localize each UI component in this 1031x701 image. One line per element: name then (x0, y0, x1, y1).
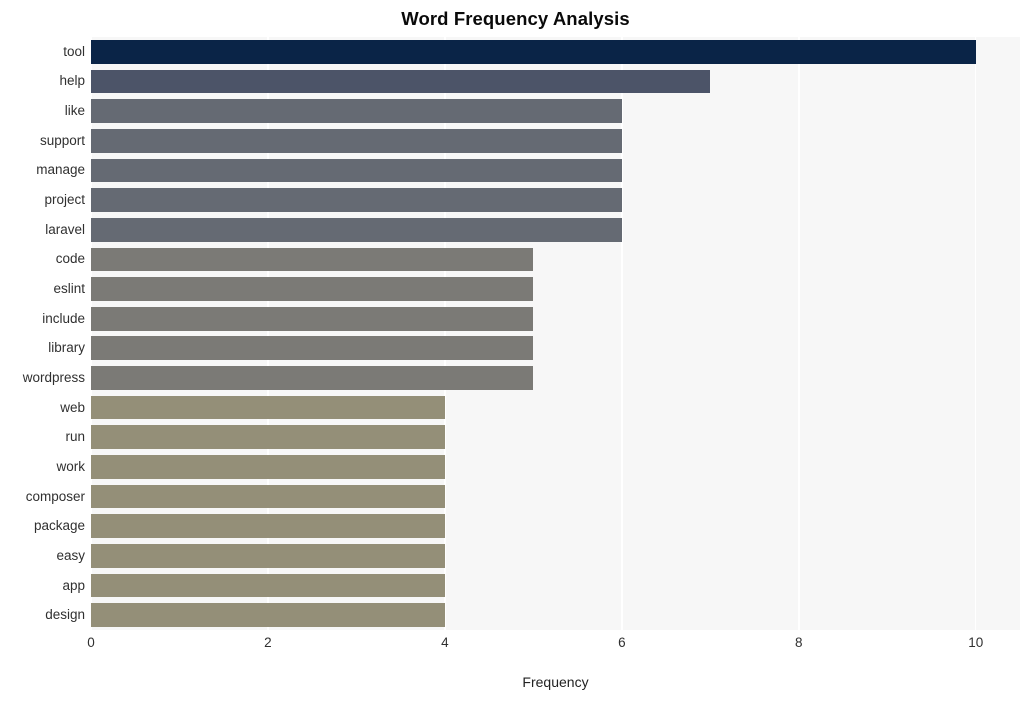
x-tick-label-0: 0 (87, 635, 95, 650)
y-tick-label-code: code (55, 251, 85, 267)
x-tick-label-4: 4 (441, 635, 449, 650)
y-tick-label-web: web (60, 399, 85, 415)
bar-row (91, 188, 1020, 212)
bar-row (91, 69, 1020, 94)
x-tick-label-2: 2 (264, 635, 272, 650)
bar-laravel[interactable] (91, 217, 622, 242)
x-tick-label-8: 8 (795, 635, 803, 650)
y-tick-label-library: library (48, 340, 85, 356)
bar-row (91, 425, 1020, 450)
bar-run[interactable] (91, 425, 445, 450)
bar-project[interactable] (91, 188, 622, 212)
bar-row (91, 455, 1020, 479)
chart-title: Word Frequency Analysis (401, 8, 630, 29)
bar-row (91, 128, 1020, 153)
bar-row (91, 366, 1020, 390)
y-tick-label-package: package (33, 518, 85, 534)
bar-row (91, 514, 1020, 539)
bar-row (91, 544, 1020, 568)
bar-include[interactable] (91, 306, 534, 331)
plot-area (91, 37, 1020, 630)
bar-help[interactable] (91, 69, 711, 94)
x-tick-label-6: 6 (618, 635, 626, 650)
bar-wordpress[interactable] (91, 366, 534, 390)
bar-row (91, 484, 1020, 509)
word-frequency-chart: Word Frequency Analysis tool help like supp… (0, 0, 1031, 701)
y-tick-label-design: design (45, 607, 85, 623)
bar-support[interactable] (91, 128, 622, 153)
y-tick-label-composer: composer (25, 488, 85, 504)
y-tick-label-include: include (42, 310, 85, 326)
y-tick-label-easy: easy (56, 547, 85, 563)
bar-like[interactable] (91, 99, 622, 123)
y-tick-label-help: help (59, 73, 85, 89)
y-tick-label-manage: manage (36, 162, 85, 178)
bar-row (91, 158, 1020, 183)
bar-code[interactable] (91, 247, 534, 272)
bar-row (91, 217, 1020, 242)
bar-work[interactable] (91, 455, 445, 479)
bar-row (91, 39, 1020, 64)
bar-row (91, 277, 1020, 301)
bar-package[interactable] (91, 514, 445, 539)
bar-easy[interactable] (91, 544, 445, 568)
bar-row (91, 336, 1020, 361)
bar-web[interactable] (91, 395, 445, 420)
y-tick-label-eslint: eslint (53, 281, 85, 297)
bar-row (91, 603, 1020, 628)
bar-row (91, 395, 1020, 420)
y-tick-label-tool: tool (63, 43, 85, 59)
bar-tool[interactable] (91, 39, 976, 64)
bar-library[interactable] (91, 336, 534, 361)
y-tick-label-project: project (44, 192, 85, 208)
y-tick-label-support: support (39, 132, 85, 148)
bar-row (91, 247, 1020, 272)
bar-eslint[interactable] (91, 277, 534, 301)
bar-row (91, 306, 1020, 331)
bar-app[interactable] (91, 573, 445, 598)
bars-container (91, 37, 1020, 630)
x-axis-title: Frequency (522, 674, 589, 690)
bar-row (91, 573, 1020, 598)
y-tick-label-wordpress: wordpress (22, 369, 85, 385)
bar-design[interactable] (91, 603, 445, 628)
y-tick-label-run: run (65, 429, 85, 445)
bar-row (91, 99, 1020, 123)
y-axis-tick-labels: tool help like support manage project laravel c… (0, 37, 85, 630)
y-tick-label-like: like (64, 103, 85, 119)
y-tick-label-laravel: laravel (45, 221, 85, 237)
x-tick-label-10: 10 (968, 635, 984, 650)
y-tick-label-app: app (62, 577, 85, 593)
x-axis-tick-labels: 0 2 4 6 8 10 (0, 634, 1031, 658)
y-tick-label-work: work (56, 458, 85, 474)
bar-composer[interactable] (91, 484, 445, 509)
bar-manage[interactable] (91, 158, 622, 183)
